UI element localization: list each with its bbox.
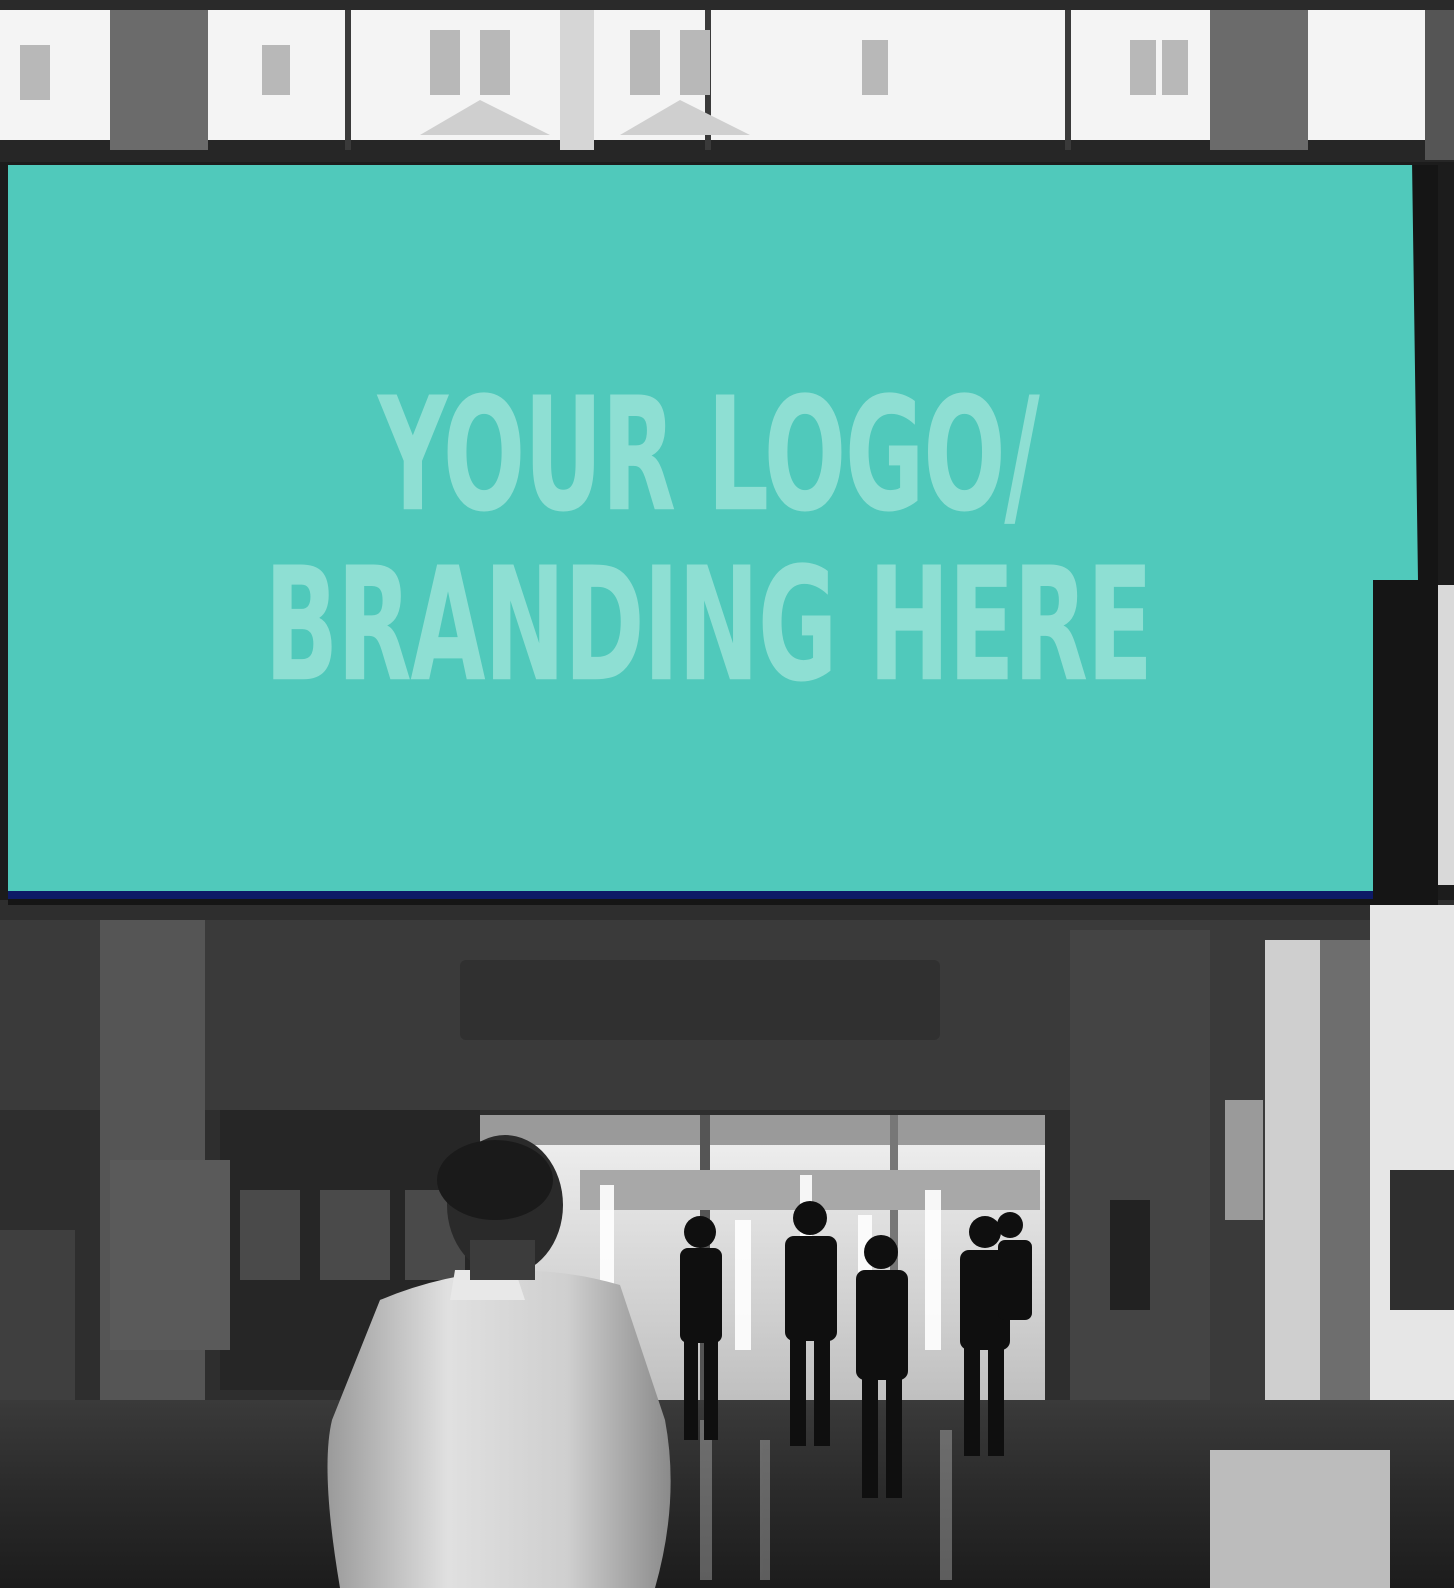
photo-scene: YOUR LOGO/ BRANDING HERE xyxy=(0,0,1454,1588)
hall-photo xyxy=(0,0,1454,1588)
